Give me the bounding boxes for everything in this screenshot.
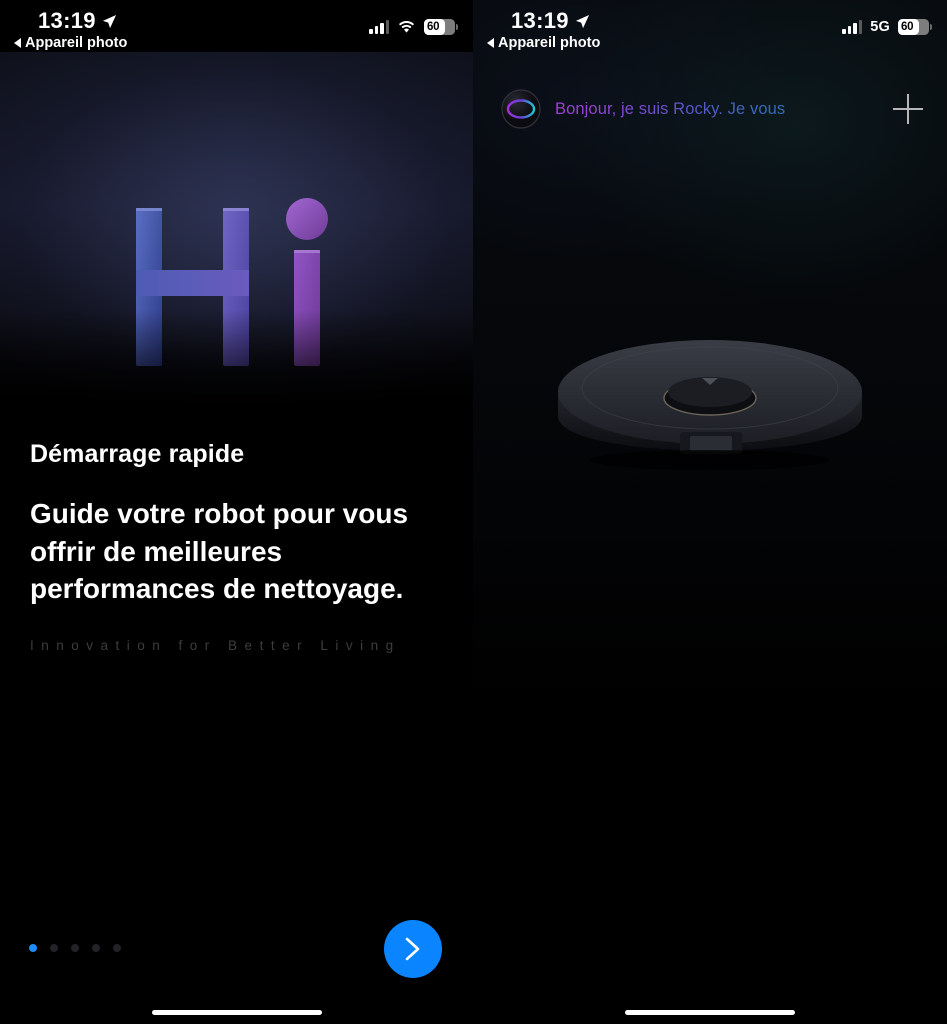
right-background — [473, 0, 947, 1024]
back-triangle-icon — [487, 38, 494, 48]
pagination-dot-3[interactable] — [71, 944, 79, 952]
pagination-dot-2[interactable] — [50, 944, 58, 952]
status-indicators-right: 5G 60 — [842, 19, 932, 35]
back-triangle-icon — [14, 38, 21, 48]
wifi-icon — [399, 21, 414, 33]
location-arrow-icon — [102, 14, 116, 28]
battery-indicator-right: 60 — [898, 19, 932, 35]
back-label: Appareil photo — [25, 35, 128, 51]
battery-cap — [930, 24, 932, 30]
pagination-dot-5[interactable] — [113, 944, 121, 952]
back-label: Appareil photo — [498, 35, 601, 51]
robot-vacuum-image — [558, 340, 862, 470]
plus-icon[interactable] — [891, 92, 925, 126]
back-to-camera-link[interactable]: Appareil photo — [487, 35, 600, 51]
hero-image — [0, 52, 473, 420]
battery-level-label: 60 — [427, 21, 440, 33]
location-arrow-icon — [575, 14, 589, 28]
home-indicator-left — [151, 1010, 322, 1015]
hi-3d-graphic — [136, 198, 328, 366]
rocky-assistant-avatar — [501, 89, 541, 129]
status-time-label: 13:19 — [38, 8, 96, 33]
battery-cap — [456, 24, 458, 30]
chevron-right-icon — [405, 937, 420, 961]
battery-indicator-left: 60 — [424, 19, 458, 35]
cellular-bars-icon — [369, 20, 389, 34]
pagination-dot-1[interactable] — [29, 944, 37, 952]
assistant-message: Bonjour, je suis Rocky. Je vous — [555, 99, 786, 118]
next-button[interactable] — [384, 920, 442, 978]
dual-screenshot: 13:19 Appareil photo 60 Démarrage rapide… — [0, 0, 947, 1024]
right-phone-screen: 13:19 Appareil photo 5G 60 Bonjour, je s… — [473, 0, 947, 1024]
page-subtitle: Guide votre robot pour vous offrir de me… — [30, 498, 409, 605]
page-title: Démarrage rapide — [30, 440, 245, 468]
brand-tagline: Innovation for Better Living — [30, 637, 401, 653]
pagination-dots[interactable] — [29, 944, 121, 952]
status-time-label: 13:19 — [511, 8, 569, 33]
status-indicators-left: 60 — [369, 19, 458, 35]
pagination-dot-4[interactable] — [92, 944, 100, 952]
status-time-right: 13:19 — [511, 8, 590, 34]
status-bar-right: 13:19 Appareil photo 5G 60 — [473, 0, 947, 58]
cellular-bars-icon — [842, 20, 863, 34]
onboarding-copy: Démarrage rapide Guide votre robot pour … — [30, 440, 430, 657]
battery-level-label: 60 — [901, 21, 914, 33]
left-phone-screen: 13:19 Appareil photo 60 Démarrage rapide… — [0, 0, 473, 1024]
status-time-left: 13:19 — [38, 8, 117, 34]
assistant-banner[interactable]: Bonjour, je suis Rocky. Je vous — [473, 88, 947, 130]
status-bar-left: 13:19 Appareil photo 60 — [0, 0, 473, 58]
back-to-camera-link[interactable]: Appareil photo — [14, 35, 127, 51]
network-type-label: 5G — [870, 19, 890, 35]
home-indicator-right — [625, 1010, 795, 1015]
